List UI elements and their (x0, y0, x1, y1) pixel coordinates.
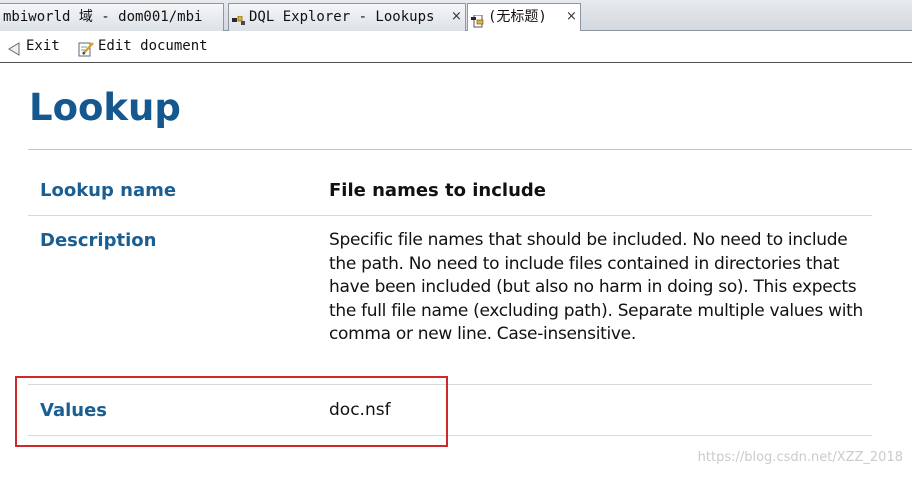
document-icon (471, 11, 485, 28)
exit-button[interactable]: Exit (6, 31, 68, 62)
tab-bar: mbiworld 域 - dom001/mbi DQL Explorer - L… (0, 0, 912, 32)
row-divider (28, 215, 872, 216)
page-title: Lookup (29, 86, 181, 129)
description-value: Specific file names that should be inclu… (329, 230, 863, 344)
edit-document-icon (78, 38, 94, 68)
title-divider (28, 149, 912, 150)
highlight-annotation-box (15, 376, 448, 447)
action-bar: Exit Edit document (0, 31, 912, 63)
edit-document-label: Edit document (98, 38, 208, 54)
close-icon[interactable]: × (451, 4, 462, 30)
edit-document-button[interactable]: Edit document (78, 31, 220, 62)
description-label: Description (40, 230, 157, 251)
exit-label: Exit (26, 38, 60, 54)
tab-mbiworld-domain[interactable]: mbiworld 域 - dom001/mbi (0, 3, 224, 31)
watermark: https://blog.csdn.net/XZZ_2018 (697, 450, 903, 465)
close-icon[interactable]: × (566, 4, 577, 30)
tab-label: DQL Explorer - Lookups (249, 9, 435, 25)
tab-dql-explorer-lookups[interactable]: DQL Explorer - Lookups × (228, 3, 466, 31)
lookup-name-label: Lookup name (40, 180, 177, 201)
lookup-name-value: File names to include (329, 180, 546, 201)
tab-label: (无标题) (488, 9, 547, 25)
tab-untitled[interactable]: (无标题) × (467, 3, 581, 32)
tab-label: mbiworld 域 - dom001/mbi (3, 9, 203, 25)
dql-icon (232, 11, 246, 25)
back-arrow-icon (6, 38, 22, 68)
